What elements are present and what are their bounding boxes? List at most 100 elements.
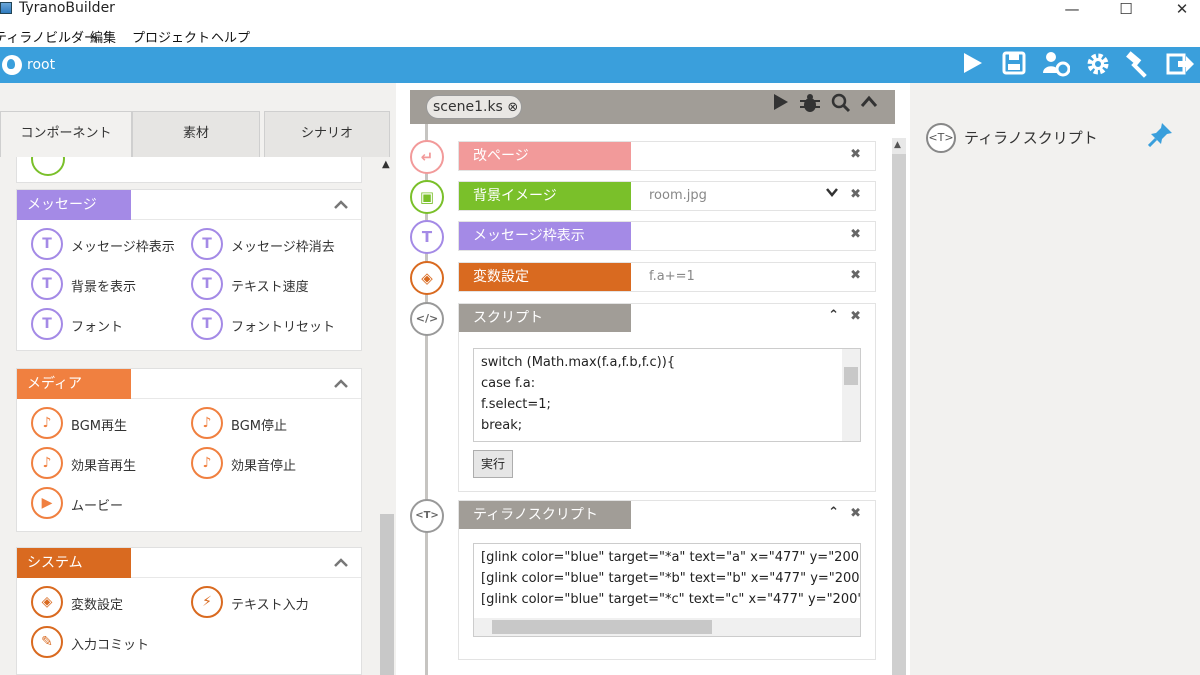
gear-icon[interactable] — [1084, 51, 1112, 79]
component-row-message-show[interactable]: メッセージ枠表示 ✖ — [458, 221, 876, 251]
chevron-up-icon[interactable] — [333, 195, 349, 214]
scene-tab[interactable]: scene1.ks ⊗ — [426, 95, 522, 119]
delete-icon[interactable]: ✖ — [850, 309, 861, 324]
tyrano-h-scrollbar[interactable] — [474, 618, 860, 636]
window-titlebar: TyranoBuilder — ☐ ✕ — [0, 0, 1200, 22]
menu-help[interactable]: ヘルプ — [211, 27, 250, 46]
delete-icon[interactable]: ✖ — [850, 187, 861, 202]
tyrano-editor[interactable]: [glink color="blue" target="*a" text="a"… — [473, 543, 861, 637]
menu-tyranobuilder[interactable]: ティラノビルダー — [0, 27, 97, 46]
play-icon[interactable] — [958, 51, 986, 79]
root-label[interactable]: root — [27, 57, 55, 73]
script-header[interactable]: スクリプト ⌃ ✖ — [459, 304, 875, 334]
close-icon[interactable]: ⊗ — [507, 100, 518, 115]
script-scrollbar[interactable] — [842, 349, 860, 441]
component-row-value[interactable]: room.jpg — [649, 188, 707, 203]
play-icon[interactable] — [773, 93, 789, 116]
delete-icon[interactable]: ✖ — [850, 506, 861, 521]
delete-icon[interactable]: ✖ — [850, 147, 861, 162]
music-icon: ♪ — [191, 447, 223, 479]
component-row-page-break[interactable]: 改ページ ✖ — [458, 141, 876, 171]
search-icon[interactable] — [831, 93, 851, 118]
component-label: 入力コミット — [71, 638, 150, 653]
component-label: 効果音再生 — [71, 459, 137, 474]
scene-bar: scene1.ks ⊗ — [410, 90, 895, 124]
hammer-icon[interactable] — [1124, 51, 1152, 79]
component-row-value[interactable]: f.a+=1 — [649, 269, 695, 284]
scroll-thumb[interactable] — [892, 154, 906, 675]
section-title-message: メッセージ — [17, 190, 131, 220]
maximize-button[interactable]: ☐ — [1106, 0, 1146, 18]
scene-scrollbar[interactable]: ▲ — [892, 138, 906, 675]
text-component-icon: T — [191, 308, 223, 340]
menu-edit[interactable]: 編集 — [90, 27, 116, 46]
chevron-up-icon[interactable] — [333, 553, 349, 572]
tyrano-script-icon: <T> — [410, 499, 444, 533]
delete-icon[interactable]: ✖ — [850, 268, 861, 283]
component-row-label: 変数設定 — [459, 263, 631, 291]
toolbar: root — [0, 47, 1200, 83]
scroll-up-icon[interactable]: ▲ — [894, 140, 901, 150]
tab-components[interactable]: コンポーネント — [0, 111, 132, 157]
text-component-icon: T — [191, 228, 223, 260]
left-scrollbar[interactable]: ▲ — [378, 157, 396, 675]
chevron-up-icon[interactable]: ⌃ — [828, 308, 839, 323]
tab-scenario[interactable]: シナリオ — [264, 111, 390, 157]
scroll-thumb[interactable] — [844, 367, 858, 385]
text-component-icon: T — [31, 308, 63, 340]
export-icon[interactable] — [1166, 51, 1194, 79]
component-row-label: スクリプト — [459, 304, 631, 332]
scroll-up-icon[interactable]: ▲ — [382, 159, 390, 170]
property-panel: <T> ティラノスクリプト — [910, 83, 1200, 675]
code-line: [glink color="blue" target="*a" text="a"… — [481, 550, 861, 565]
script-editor[interactable]: switch (Math.max(f.a,f.b,f.c)){ case f.a… — [473, 348, 861, 442]
scroll-thumb[interactable] — [380, 514, 394, 675]
chevron-down-icon[interactable] — [825, 186, 839, 201]
users-gear-icon[interactable] — [1042, 51, 1071, 79]
component-label: メッセージ枠表示 — [71, 240, 175, 255]
component-block-tyrano: ティラノスクリプト ⌃ ✖ [glink color="blue" target… — [458, 500, 876, 660]
scene-tab-label: scene1.ks — [433, 99, 503, 115]
close-button[interactable]: ✕ — [1162, 0, 1200, 18]
section-system: システム ◈ 変数設定 ⚡ テキスト入力 ✎ 入力コミット — [16, 547, 362, 675]
pin-icon[interactable] — [1147, 121, 1174, 153]
delete-icon[interactable]: ✖ — [850, 227, 861, 242]
component-row-label: メッセージ枠表示 — [459, 222, 631, 250]
left-tabs: コンポーネント 素材 シナリオ — [0, 111, 396, 157]
collapse-icon[interactable] — [860, 93, 878, 114]
text-component-icon: T — [31, 228, 63, 260]
tyrano-header[interactable]: ティラノスクリプト ⌃ ✖ — [459, 501, 875, 531]
execute-button[interactable]: 実行 — [473, 450, 513, 478]
text-component-icon: T — [31, 268, 63, 300]
save-icon[interactable] — [1000, 51, 1028, 79]
code-icon: </> — [410, 302, 444, 336]
code-line: [glink color="blue" target="*c" text="c"… — [481, 592, 861, 607]
component-label: フォントリセット — [231, 320, 336, 335]
code-line: break; — [481, 418, 523, 433]
partial-component-icon — [31, 157, 65, 176]
scene-editor: scene1.ks ⊗ ↵ 改ページ ✖ ▣ 背景イメージ room.jpg ✖… — [396, 83, 910, 675]
code-line: f.select=1; — [481, 397, 551, 412]
scroll-thumb[interactable] — [492, 620, 712, 634]
component-row-background[interactable]: 背景イメージ room.jpg ✖ — [458, 181, 876, 211]
component-row-label: ティラノスクリプト — [459, 501, 631, 529]
bug-icon[interactable] — [799, 93, 821, 118]
music-icon: ♪ — [31, 407, 63, 439]
chevron-up-icon[interactable]: ⌃ — [828, 505, 839, 520]
plug-icon: ✎ — [31, 626, 63, 658]
root-icon[interactable] — [2, 55, 22, 75]
menu-project[interactable]: プロジェクト — [132, 27, 210, 46]
page-break-icon: ↵ — [410, 140, 444, 174]
code-line: switch (Math.max(f.a,f.b,f.c)){ — [481, 355, 676, 370]
chevron-up-icon[interactable] — [333, 374, 349, 393]
tab-assets[interactable]: 素材 — [132, 111, 260, 157]
component-block-script: スクリプト ⌃ ✖ switch (Math.max(f.a,f.b,f.c))… — [458, 303, 876, 492]
section-partial — [16, 157, 362, 183]
component-label: フォント — [71, 320, 124, 335]
music-icon: ♪ — [191, 407, 223, 439]
component-row-variable[interactable]: 変数設定 f.a+=1 ✖ — [458, 262, 876, 292]
text-component-icon: T — [191, 268, 223, 300]
movie-icon: ▶ — [31, 487, 63, 519]
component-label: 背景を表示 — [71, 280, 137, 295]
minimize-button[interactable]: — — [1052, 0, 1092, 18]
